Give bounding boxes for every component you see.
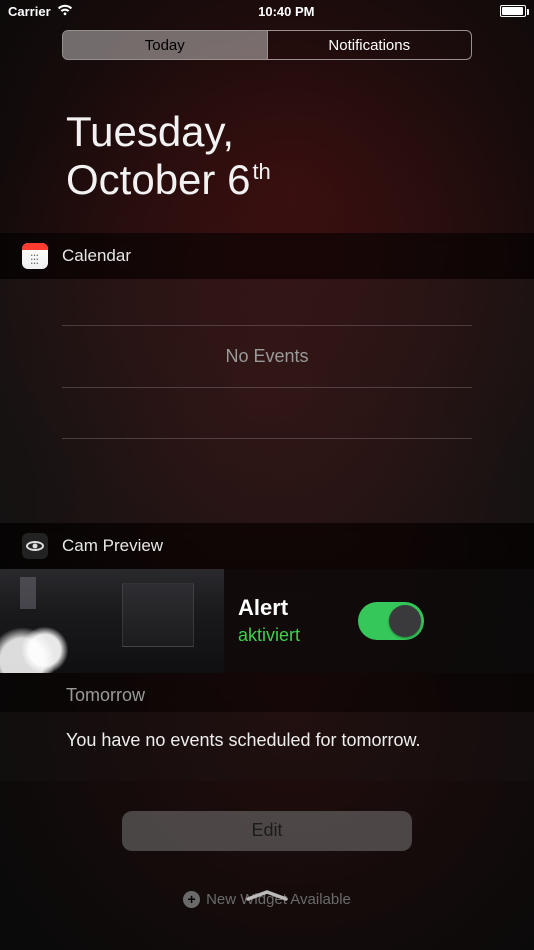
calendar-icon bbox=[22, 243, 48, 269]
calendar-divider bbox=[62, 387, 472, 388]
calendar-divider bbox=[62, 438, 472, 439]
cam-alert-label: Alert bbox=[238, 595, 300, 621]
plus-icon: + bbox=[183, 891, 200, 908]
today-notifications-segmented: Today Notifications bbox=[62, 30, 472, 60]
tab-notifications[interactable]: Notifications bbox=[267, 31, 472, 59]
wifi-icon bbox=[57, 4, 73, 19]
cam-title: Cam Preview bbox=[62, 536, 163, 556]
tomorrow-body: You have no events scheduled for tomorro… bbox=[0, 712, 534, 781]
date-day: 6 bbox=[227, 156, 250, 203]
calendar-widget-header: Calendar bbox=[0, 233, 534, 279]
tab-today[interactable]: Today bbox=[63, 31, 267, 59]
edit-button[interactable]: Edit bbox=[122, 811, 412, 851]
tomorrow-heading: Tomorrow bbox=[0, 673, 534, 712]
date-header: Tuesday, October 6th bbox=[0, 60, 534, 233]
calendar-widget-body: No Events bbox=[0, 279, 534, 523]
calendar-title: Calendar bbox=[62, 246, 131, 266]
date-ordinal: th bbox=[252, 159, 270, 184]
carrier-label: Carrier bbox=[8, 4, 51, 19]
grabber-handle[interactable] bbox=[246, 890, 288, 902]
cam-widget-body: Alert aktiviert bbox=[0, 569, 534, 673]
clock: 10:40 PM bbox=[258, 4, 314, 19]
toggle-knob bbox=[389, 605, 421, 637]
cam-alert-toggle[interactable] bbox=[358, 602, 424, 640]
cam-thumbnail[interactable] bbox=[0, 569, 224, 673]
date-month: October bbox=[66, 156, 215, 203]
cam-widget-header: Cam Preview bbox=[0, 523, 534, 569]
status-bar: Carrier 10:40 PM bbox=[0, 0, 534, 22]
battery-icon bbox=[500, 5, 526, 17]
cam-icon bbox=[22, 533, 48, 559]
cam-status-label: aktiviert bbox=[238, 625, 300, 646]
date-weekday: Tuesday, bbox=[66, 108, 468, 156]
cam-info: Alert aktiviert bbox=[224, 595, 300, 646]
calendar-empty-label: No Events bbox=[62, 326, 472, 387]
edit-row: Edit bbox=[0, 781, 534, 857]
